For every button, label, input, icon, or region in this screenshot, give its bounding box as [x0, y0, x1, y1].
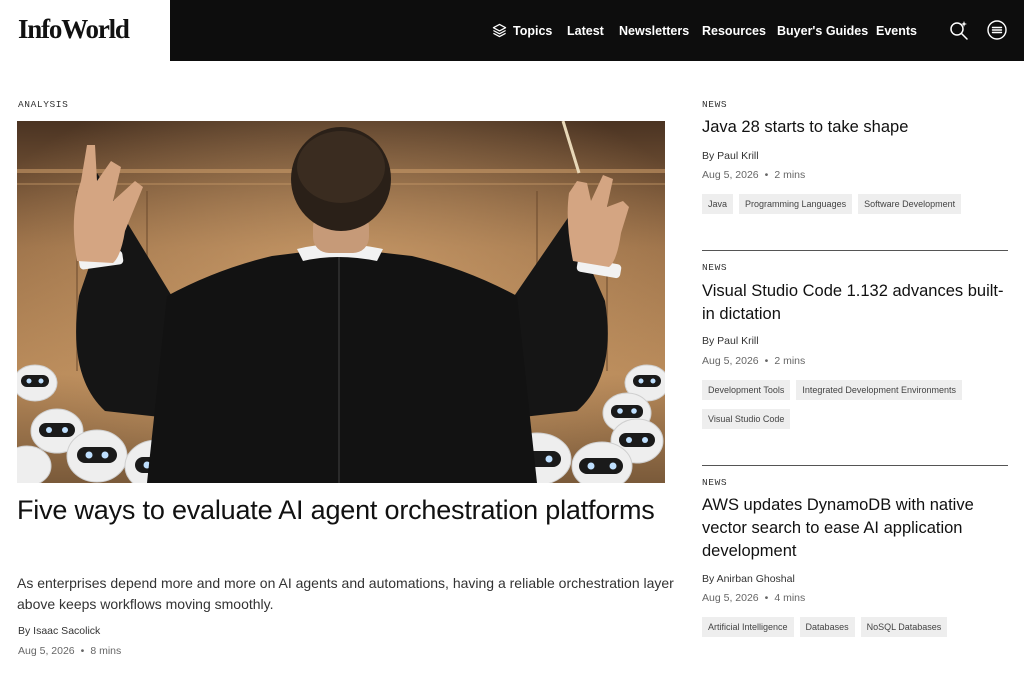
main-headline[interactable]: Five ways to evaluate AI agent orchestra… [17, 493, 657, 527]
site-logo[interactable]: InfoWorld [18, 14, 130, 45]
tag[interactable]: Artificial Intelligence [702, 617, 794, 637]
hero-image[interactable] [17, 121, 665, 483]
main-deck: As enterprises depend more and more on A… [17, 575, 674, 612]
main-meta: Aug 5, 2026 • 8 mins [18, 645, 121, 657]
main-byline[interactable]: By Isaac Sacolick [18, 625, 100, 637]
sidebar-meta-3: Aug 5, 2026 • 4 mins [702, 592, 805, 604]
tag[interactable]: Java [702, 194, 734, 214]
nav-label: Events [876, 23, 917, 38]
sidebar-meta-1: Aug 5, 2026 • 2 mins [702, 169, 805, 181]
nav-latest[interactable]: Latest [567, 0, 604, 61]
meta-separator: • [764, 355, 769, 367]
sidebar-tags-2: Development Tools Integrated Development… [702, 380, 1012, 429]
sidebar-byline-2[interactable]: By Paul Krill [702, 335, 759, 347]
layers-icon [492, 23, 507, 38]
sidebar-read-time: 4 mins [774, 592, 806, 604]
nav-label: Topics [513, 23, 553, 38]
tag[interactable]: Software Development [858, 194, 962, 214]
meta-separator: • [764, 169, 769, 181]
sidebar-byline-1[interactable]: By Paul Krill [702, 150, 759, 162]
nav-events[interactable]: Events [876, 0, 917, 61]
divider [702, 250, 1008, 251]
nav-newsletters[interactable]: Newsletters [619, 0, 689, 61]
sidebar-tags-1: Java Programming Languages Software Deve… [702, 194, 1012, 214]
tag[interactable]: Visual Studio Code [702, 409, 791, 429]
nav-label: Newsletters [619, 23, 690, 38]
main-date: Aug 5, 2026 [18, 645, 75, 657]
nav-label: Buyer's Guides [777, 23, 869, 38]
main-nav-bar: Topics Latest Newsletters Resources Buye… [170, 0, 1024, 61]
sidebar-headline-3[interactable]: AWS updates DynamoDB with native vector … [702, 494, 1012, 563]
meta-separator: • [80, 645, 85, 657]
ai-search-icon[interactable] [948, 19, 970, 41]
sidebar-byline-3[interactable]: By Anirban Ghoshal [702, 573, 795, 585]
main-kicker: ANALYSIS [18, 99, 69, 110]
sidebar-headline-2[interactable]: Visual Studio Code 1.132 advances built-… [702, 280, 1012, 326]
main-read-time: 8 mins [90, 645, 122, 657]
sidebar-read-time: 2 mins [774, 355, 806, 367]
sidebar-date: Aug 5, 2026 [702, 592, 759, 604]
divider [702, 465, 1008, 466]
menu-icon[interactable] [986, 19, 1008, 41]
nav-label: Resources [702, 23, 766, 38]
site-header: InfoWorld Topics Latest Newsletters Reso… [0, 0, 1024, 61]
sidebar-read-time: 2 mins [774, 169, 806, 181]
hero-illustration [17, 121, 665, 483]
nav-resources[interactable]: Resources [702, 0, 766, 61]
sidebar-date: Aug 5, 2026 [702, 169, 759, 181]
sidebar-kicker-2: NEWS [702, 262, 728, 273]
tag[interactable]: NoSQL Databases [860, 617, 948, 637]
sidebar-tags-3: Artificial Intelligence Databases NoSQL … [702, 617, 1012, 637]
meta-separator: • [764, 592, 769, 604]
sidebar-kicker-3: NEWS [702, 477, 728, 488]
sidebar-kicker-1: NEWS [702, 99, 728, 110]
sidebar-headline-1[interactable]: Java 28 starts to take shape [702, 116, 1012, 139]
nav-topics[interactable]: Topics [492, 0, 552, 61]
sidebar-date: Aug 5, 2026 [702, 355, 759, 367]
nav-buyers-guides[interactable]: Buyer's Guides [777, 0, 868, 61]
tag[interactable]: Development Tools [702, 380, 791, 400]
tag[interactable]: Databases [799, 617, 855, 637]
tag[interactable]: Integrated Development Environments [796, 380, 962, 400]
nav-label: Latest [567, 23, 604, 38]
sidebar-meta-2: Aug 5, 2026 • 2 mins [702, 355, 805, 367]
tag[interactable]: Programming Languages [739, 194, 853, 214]
logo-area: InfoWorld [0, 0, 170, 61]
